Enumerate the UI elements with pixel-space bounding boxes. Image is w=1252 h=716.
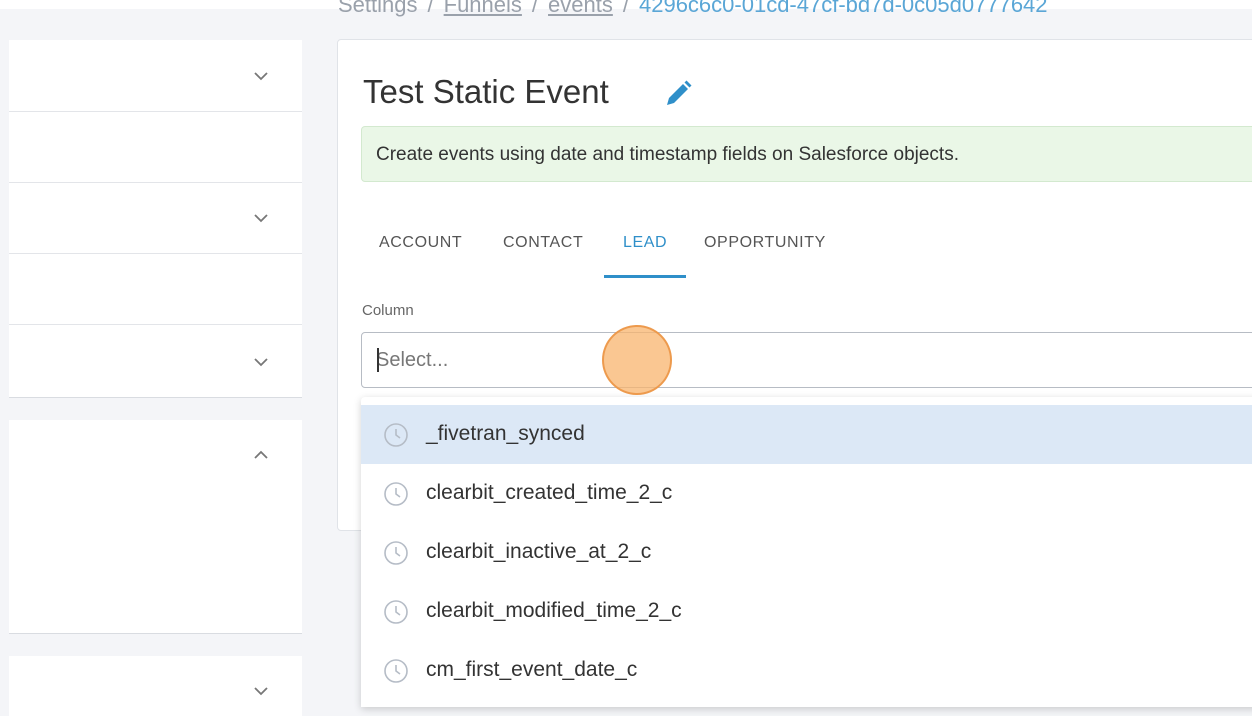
- sidebar-subrow-2: [9, 254, 302, 325]
- dropdown-option-label: cm_first_event_date_c: [426, 658, 638, 681]
- clock-icon: [383, 422, 409, 448]
- breadcrumb-separator: /: [531, 0, 539, 17]
- dropdown-option-label: clearbit_created_time_2_c: [426, 481, 673, 504]
- info-banner: Create events using date and timestamp f…: [361, 126, 1252, 182]
- sidebar-panel-2: [9, 420, 302, 634]
- breadcrumb-event-id: 4296c6c0-01cd-47cf-bd7d-0c05d0777642: [638, 0, 1048, 17]
- sidebar-subrow-1: [9, 112, 302, 183]
- column-label: Column: [362, 302, 414, 319]
- active-tab-indicator: [604, 275, 686, 278]
- breadcrumb-separator: /: [622, 0, 629, 17]
- breadcrumb-root[interactable]: Settings: [338, 0, 418, 17]
- chevron-down-icon[interactable]: [252, 67, 270, 85]
- chevron-down-icon[interactable]: [252, 209, 270, 227]
- pencil-icon[interactable]: [662, 78, 694, 110]
- info-banner-text: Create events using date and timestamp f…: [376, 144, 959, 165]
- page-title: Test Static Event: [363, 73, 609, 110]
- clock-icon: [383, 658, 409, 684]
- tab-account[interactable]: ACCOUNT: [379, 234, 462, 252]
- chevron-up-icon[interactable]: [252, 446, 270, 464]
- breadcrumb-separator: /: [427, 0, 434, 17]
- breadcrumb: Settings / Funnels / events / 4296c6c0-01cd-47…: [338, 0, 1048, 18]
- sidebar-section-3[interactable]: [9, 325, 302, 397]
- tab-contact[interactable]: CONTACT: [503, 234, 583, 252]
- breadcrumb-events-link[interactable]: events: [548, 0, 613, 17]
- tab-lead[interactable]: LEAD: [623, 234, 667, 252]
- clock-icon: [383, 540, 409, 566]
- tab-opportunity[interactable]: OPPORTUNITY: [704, 234, 826, 252]
- sidebar-section-1[interactable]: [9, 40, 302, 112]
- dropdown-option-label: clearbit_inactive_at_2_c: [426, 540, 652, 563]
- column-dropdown: _fivetran_synced clearbit_created_time_2…: [361, 397, 1252, 707]
- click-indicator: [602, 325, 672, 395]
- dropdown-option[interactable]: cm_first_event_date_c: [361, 641, 1252, 700]
- dropdown-option[interactable]: _fivetran_synced: [361, 405, 1252, 464]
- clock-icon: [383, 481, 409, 507]
- sidebar-panel-3: [9, 656, 302, 716]
- column-select[interactable]: [361, 332, 1252, 388]
- column-search-input[interactable]: [376, 345, 976, 375]
- chevron-down-icon[interactable]: [252, 353, 270, 371]
- dropdown-option-label: clearbit_modified_time_2_c: [426, 599, 682, 622]
- dropdown-option-label: _fivetran_synced: [426, 422, 585, 445]
- dropdown-option[interactable]: clearbit_created_time_2_c: [361, 464, 1252, 523]
- dropdown-option[interactable]: clearbit_inactive_at_2_c: [361, 523, 1252, 582]
- dropdown-option[interactable]: clearbit_modified_time_2_c: [361, 582, 1252, 641]
- text-caret: [377, 348, 379, 372]
- breadcrumb-funnels-link[interactable]: Funnels: [444, 0, 522, 17]
- clock-icon: [383, 599, 409, 625]
- sidebar-section-5[interactable]: [9, 656, 302, 716]
- chevron-down-icon[interactable]: [252, 682, 270, 700]
- sidebar-section-4[interactable]: [9, 420, 302, 492]
- sidebar-section-2[interactable]: [9, 183, 302, 254]
- sidebar-panel-1: [9, 40, 302, 398]
